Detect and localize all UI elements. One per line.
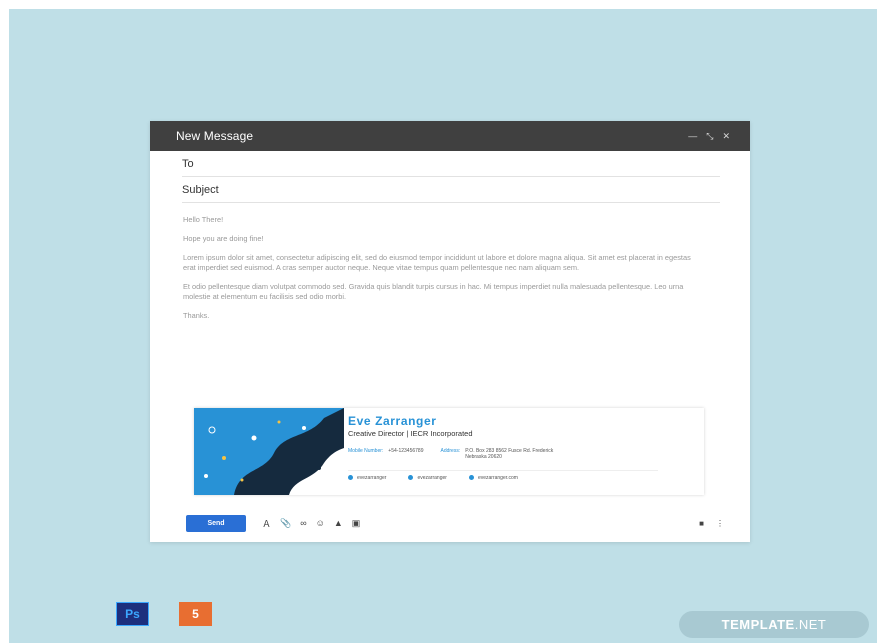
mobile-label: Mobile Number:: [348, 448, 384, 454]
message-body[interactable]: Hello There! Hope you are doing fine! Lo…: [183, 215, 700, 321]
close-icon[interactable]: ✕: [722, 131, 730, 142]
send-button[interactable]: Send: [186, 514, 246, 532]
brand-name: TEMPLATE: [721, 617, 795, 632]
to-label: To: [182, 157, 194, 170]
address-label: Address:: [440, 448, 461, 454]
drive-icon[interactable]: ▲: [334, 518, 343, 528]
formatting-tools: Ａ 📎 ∞ ☺ ▲ ▣: [262, 517, 360, 530]
compose-header: New Message — ⤡ ✕: [150, 121, 750, 151]
more-options-icon[interactable]: ⋮: [716, 519, 724, 528]
address-value: P.O. Box 283 8562 Fusce Rd. Frederick Ne…: [465, 448, 554, 460]
window-controls: — ⤡ ✕: [688, 131, 730, 142]
delete-icon[interactable]: ■: [699, 519, 704, 528]
compose-toolbar: Send Ａ 📎 ∞ ☺ ▲ ▣ ■ ⋮: [186, 514, 724, 532]
minimize-icon[interactable]: —: [688, 131, 697, 141]
signature-info: Eve Zarranger Creative Director | IECR I…: [348, 414, 694, 481]
html5-icon: 5: [179, 602, 212, 626]
social-facebook[interactable]: evezarranger: [348, 475, 386, 481]
signature-graphic: [194, 408, 344, 495]
photoshop-icon: Ps: [116, 602, 149, 626]
subject-field[interactable]: Subject: [182, 177, 720, 203]
expand-icon[interactable]: ⤡: [706, 131, 713, 142]
social-twitter[interactable]: evezarranger: [408, 475, 447, 481]
toolbar-right: ■ ⋮: [699, 519, 724, 528]
body-line: Hope you are doing fine!: [183, 234, 264, 243]
compose-title: New Message: [176, 129, 254, 143]
attach-icon[interactable]: 📎: [280, 518, 291, 529]
signature-contact-row: Mobile Number: +54-123456789 Address: P.…: [348, 448, 694, 460]
facebook-icon: [348, 475, 353, 481]
email-signature: Eve Zarranger Creative Director | IECR I…: [194, 408, 704, 495]
signature-name: Eve Zarranger: [348, 414, 437, 428]
brand-badge: TEMPLATE .NET: [679, 611, 869, 638]
body-paragraph: Lorem ipsum dolor sit amet, consectetur …: [183, 253, 691, 272]
link-icon[interactable]: ∞: [300, 518, 306, 528]
signature-role: Creative Director | IECR Incorporated: [348, 429, 473, 438]
file-type-icons: Ps 5: [116, 602, 212, 626]
signature-social-row: evezarranger evezarranger evezarranger.c…: [348, 470, 658, 481]
twitter-icon: [408, 475, 414, 481]
format-text-icon[interactable]: Ａ: [262, 517, 271, 530]
social-website[interactable]: evezarranger.com: [468, 475, 518, 481]
photo-icon[interactable]: ▣: [352, 518, 361, 529]
closing-text: Thanks.: [183, 311, 210, 320]
compose-window: New Message — ⤡ ✕ To Subject Hello There…: [150, 121, 750, 542]
social-handle: evezarranger: [417, 475, 447, 481]
subject-label: Subject: [182, 183, 219, 196]
social-handle: evezarranger: [357, 475, 387, 481]
to-field[interactable]: To: [182, 151, 720, 177]
social-handle: evezarranger.com: [477, 475, 518, 481]
body-paragraph: Et odio pellentesque diam volutpat commo…: [183, 282, 684, 301]
brand-suffix: .NET: [794, 617, 827, 632]
mobile-value: +54-123456789: [388, 448, 424, 454]
emoji-icon[interactable]: ☺: [316, 518, 325, 528]
globe-icon: [468, 475, 474, 481]
greeting-text: Hello There!: [183, 215, 224, 224]
